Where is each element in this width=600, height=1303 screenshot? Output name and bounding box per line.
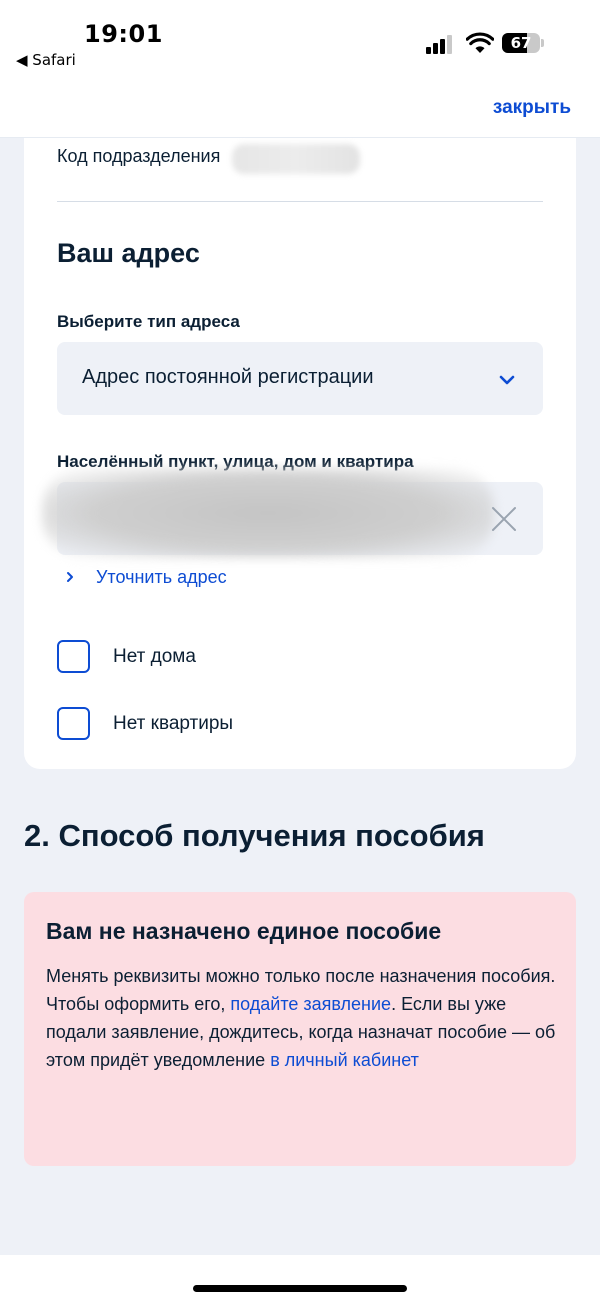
close-button[interactable]: закрыть <box>493 97 571 119</box>
department-code-label: Код подразделения <box>57 146 221 166</box>
address-type-label: Выберите тип адреса <box>57 312 240 331</box>
chevron-down-icon <box>499 375 515 385</box>
wifi-icon <box>466 32 494 53</box>
chevron-right-icon <box>67 572 73 582</box>
no-apartment-checkbox-row[interactable]: Нет квартиры <box>57 707 233 740</box>
benefit-alert: Вам не назначено единое пособие Менять р… <box>24 892 576 1166</box>
divider <box>57 201 543 202</box>
alert-body: Менять реквизиты можно только после назн… <box>46 962 556 1074</box>
alert-line2-pre: Чтобы оформить его, <box>46 994 231 1014</box>
address-type-select[interactable]: Адрес постоянной регистрации <box>57 342 543 415</box>
no-apartment-checkbox[interactable] <box>57 707 90 740</box>
no-house-label: Нет дома <box>113 645 196 667</box>
close-icon[interactable] <box>490 505 518 533</box>
address-card: Код подразделения Ваш адрес Выберите тип… <box>24 138 576 769</box>
section-title: 2. Способ получения пособия <box>24 818 485 853</box>
no-house-checkbox[interactable] <box>57 640 90 673</box>
alert-line1: Менять реквизиты можно только после назн… <box>46 966 556 986</box>
battery-icon: 67 <box>502 33 540 53</box>
address-redacted <box>42 468 494 558</box>
refine-address-label: Уточнить адрес <box>96 566 227 587</box>
no-house-checkbox-row[interactable]: Нет дома <box>57 640 196 673</box>
top-bar: закрыть <box>0 84 600 138</box>
alert-title: Вам не назначено единое пособие <box>46 918 442 944</box>
refine-address-link[interactable]: Уточнить адрес <box>64 564 227 590</box>
department-code-redacted <box>232 144 360 174</box>
no-apartment-label: Нет квартиры <box>113 712 234 734</box>
address-type-value: Адрес постоянной регистрации <box>82 366 374 388</box>
status-bar: 19:01 ◀ Safari 67 <box>0 0 600 84</box>
back-to-safari-link[interactable]: ◀ Safari <box>16 51 76 69</box>
address-heading: Ваш адрес <box>57 238 200 268</box>
cellular-signal-icon <box>426 34 456 54</box>
battery-tip <box>541 39 544 47</box>
apply-link[interactable]: подайте заявление <box>230 994 391 1014</box>
battery-percent: 67 <box>510 34 532 52</box>
home-area <box>0 1255 600 1303</box>
status-time: 19:01 <box>84 20 163 48</box>
personal-account-link[interactable]: в личный кабинет <box>270 1050 419 1070</box>
home-indicator[interactable] <box>193 1285 407 1292</box>
